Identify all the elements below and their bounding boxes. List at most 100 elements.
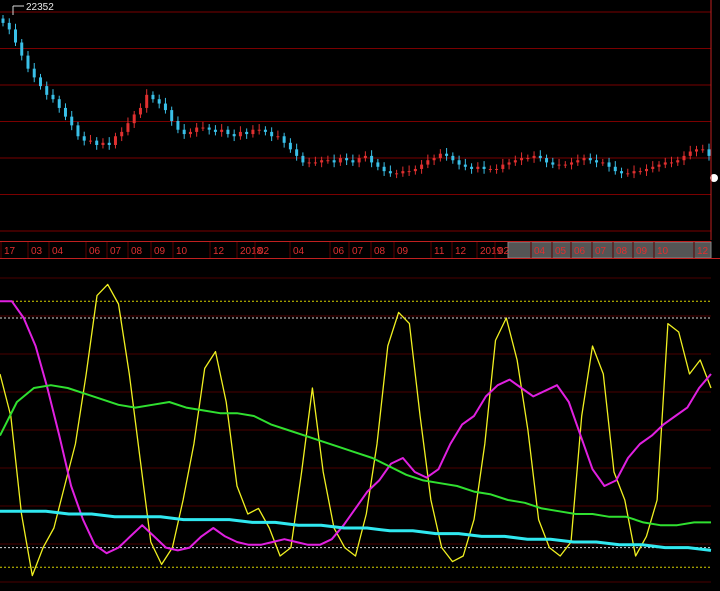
candle-body bbox=[357, 158, 361, 163]
price-high-label: 22352 bbox=[26, 2, 54, 13]
candle-body bbox=[232, 134, 236, 137]
price-high-marker: 22352 bbox=[12, 2, 54, 15]
candle-body bbox=[138, 107, 142, 115]
x-axis: 17 03 04 06 07 08 09 10 12 201802 04 06 07 08 09 11 12 20… bbox=[0, 241, 720, 259]
candle-body bbox=[145, 94, 149, 108]
candle-body bbox=[470, 166, 474, 169]
stock-chart: 22352 17 03 04 06 07 08 09 10 12 201802 04 06 07 08 09… bbox=[0, 0, 720, 583]
x-tick-label: 08 bbox=[616, 246, 628, 257]
candle-body bbox=[651, 166, 655, 169]
candle-body bbox=[295, 149, 299, 156]
candle-body bbox=[288, 142, 292, 150]
candle-body bbox=[226, 129, 230, 135]
x-tick-label: 04 bbox=[534, 246, 546, 257]
candle-body bbox=[132, 114, 136, 124]
candle-body bbox=[282, 136, 286, 143]
candle-body bbox=[307, 162, 311, 164]
x-tick-label: 09 bbox=[154, 246, 166, 257]
candle-body bbox=[701, 149, 705, 151]
x-tick-label: 10 bbox=[657, 246, 669, 257]
candle-body bbox=[507, 162, 511, 165]
candle-body bbox=[207, 127, 211, 130]
candle-body bbox=[545, 158, 549, 163]
candle-body bbox=[638, 171, 642, 173]
x-tick-label: 07 bbox=[352, 246, 364, 257]
candle-body bbox=[113, 136, 117, 145]
candle-body bbox=[213, 129, 217, 132]
candle-body bbox=[270, 131, 274, 137]
candle-body bbox=[595, 160, 599, 163]
candle-body bbox=[176, 121, 180, 130]
x-tick-label: 07 bbox=[110, 246, 122, 257]
candle-body bbox=[313, 162, 317, 164]
oscillator-series-line bbox=[0, 384, 711, 527]
candle-body bbox=[345, 158, 349, 161]
candle-body bbox=[76, 125, 80, 137]
x-tick-label: 02 bbox=[498, 246, 510, 257]
candle-body bbox=[495, 168, 499, 170]
x-tick-label: 03 bbox=[31, 246, 43, 257]
candle-body bbox=[157, 99, 161, 104]
candle-body bbox=[438, 153, 442, 159]
candle-body bbox=[413, 168, 417, 172]
candle-body bbox=[1, 18, 5, 23]
oscillator-series-line bbox=[0, 509, 712, 552]
candle-body bbox=[395, 173, 399, 175]
candle-body bbox=[538, 155, 542, 159]
candle-body bbox=[32, 68, 36, 78]
candle-body bbox=[51, 94, 55, 100]
candle-body bbox=[688, 151, 692, 156]
x-tick-label: 04 bbox=[52, 246, 64, 257]
candle-body bbox=[257, 129, 261, 131]
x-tick-label: 08 bbox=[131, 246, 143, 257]
candle-body bbox=[263, 129, 267, 132]
candle-body bbox=[63, 107, 67, 117]
price-candles bbox=[1, 15, 711, 179]
x-tick-label: 06 bbox=[574, 246, 586, 257]
x-tick-label: 09 bbox=[636, 246, 648, 257]
candle-body bbox=[707, 149, 711, 156]
candle-body bbox=[445, 153, 449, 156]
candle-body bbox=[663, 162, 667, 165]
candle-body bbox=[238, 131, 242, 137]
candle-body bbox=[632, 171, 636, 174]
candle-body bbox=[163, 103, 167, 111]
candle-body bbox=[520, 158, 524, 161]
candle-body bbox=[57, 99, 61, 108]
candle-body bbox=[182, 129, 186, 135]
candle-body bbox=[195, 127, 199, 132]
candle-body bbox=[488, 168, 492, 170]
candle-body bbox=[382, 166, 386, 172]
x-tick-label: 06 bbox=[333, 246, 345, 257]
candle-body bbox=[338, 158, 342, 163]
candle-body bbox=[626, 173, 630, 175]
candle-body bbox=[376, 162, 380, 167]
candle-body bbox=[70, 116, 74, 126]
x-tick-label: 07 bbox=[595, 246, 607, 257]
x-tick-label: 08 bbox=[374, 246, 386, 257]
candle-body bbox=[501, 164, 505, 169]
candle-body bbox=[332, 160, 336, 163]
candle-body bbox=[476, 166, 480, 169]
candle-body bbox=[363, 155, 367, 159]
candle-body bbox=[482, 166, 486, 169]
candle-body bbox=[576, 160, 580, 163]
candle-body bbox=[101, 142, 105, 145]
candle-body bbox=[251, 129, 255, 135]
candle-body bbox=[426, 160, 430, 165]
candle-body bbox=[532, 155, 536, 159]
candle-body bbox=[432, 158, 436, 161]
candle-body bbox=[457, 160, 461, 165]
x-tick-label: 12 bbox=[455, 246, 467, 257]
candle-body bbox=[657, 164, 661, 167]
candle-body bbox=[107, 142, 111, 145]
candle-body bbox=[570, 162, 574, 165]
candle-body bbox=[401, 171, 405, 174]
candle-body bbox=[407, 171, 411, 173]
candle-body bbox=[420, 164, 424, 169]
candle-body bbox=[613, 166, 617, 172]
candle-body bbox=[451, 155, 455, 161]
candle-body bbox=[695, 149, 699, 152]
candle-body bbox=[38, 77, 42, 87]
candle-body bbox=[320, 160, 324, 163]
